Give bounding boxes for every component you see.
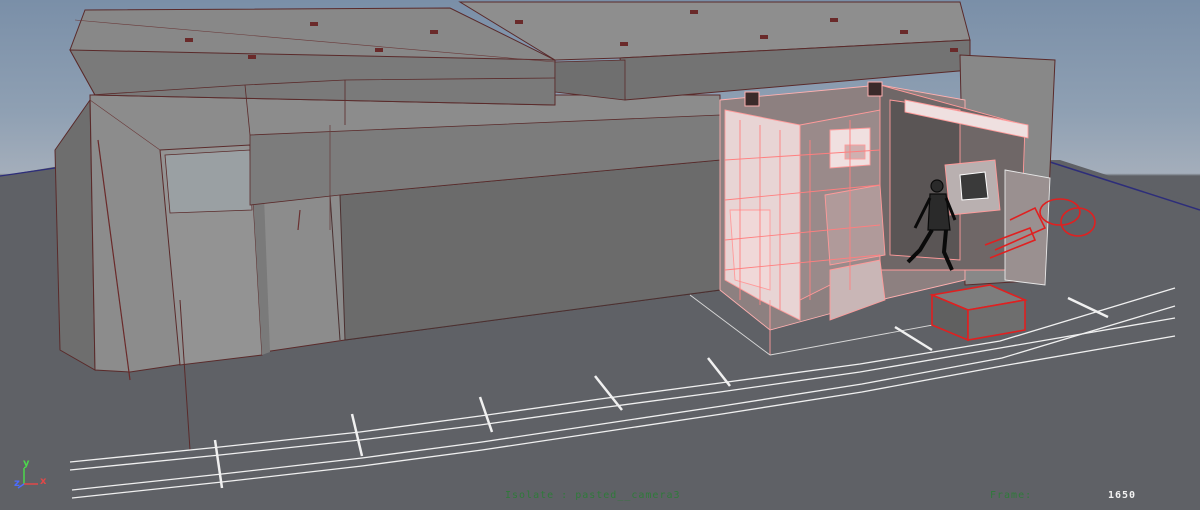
frame-label: Frame:	[990, 490, 1033, 501]
axis-gizmo: y x z	[12, 456, 52, 490]
camera-name-label: Isolate : pasted__camera3	[505, 490, 681, 501]
scene-geometry[interactable]	[0, 0, 1200, 510]
axis-arrows-icon	[17, 468, 38, 489]
3d-viewport[interactable]: y x z Isolate : pasted__camera3 Frame: 1…	[0, 0, 1200, 510]
frame-value: 1650	[1108, 490, 1137, 501]
